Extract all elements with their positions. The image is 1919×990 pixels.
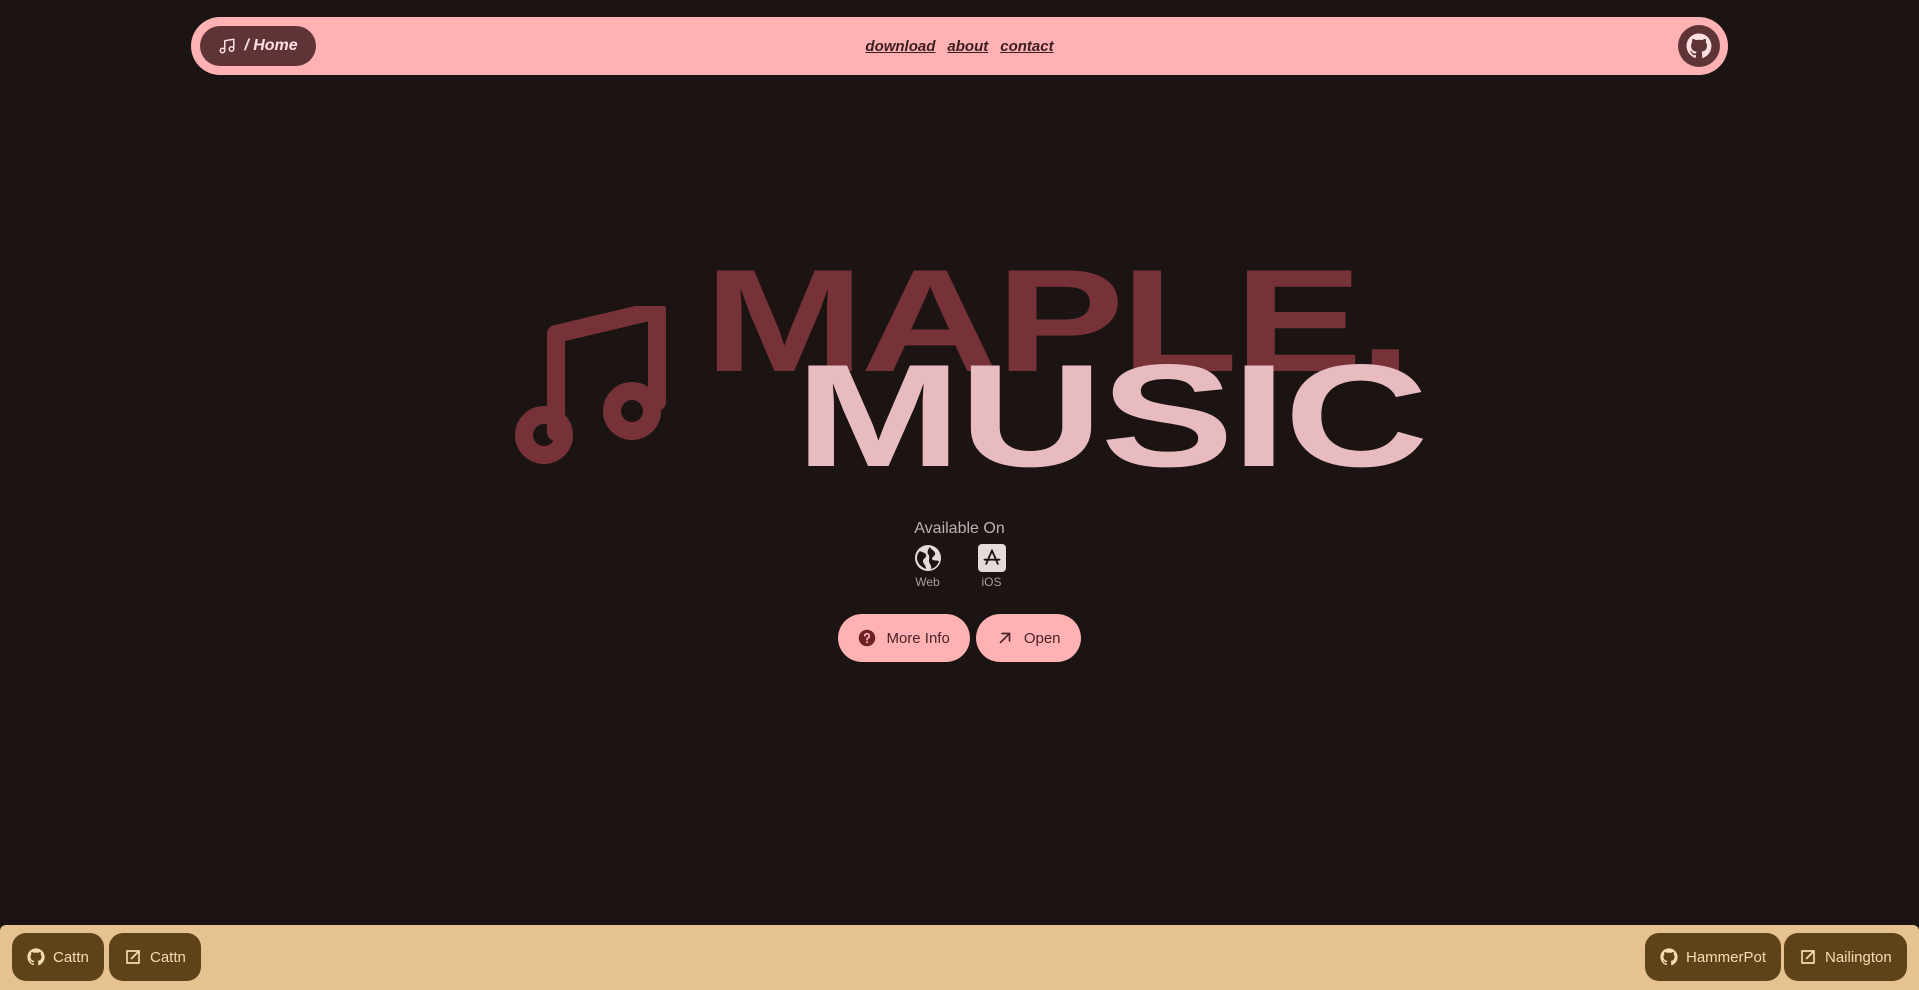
platform-ios[interactable]: iOS [974,544,1010,589]
footer-button-label: HammerPot [1686,948,1767,966]
globe-icon [914,545,941,571]
footer-link-nailington-button[interactable]: Nailington [1784,933,1907,981]
arrow-up-right-icon [999,632,1011,644]
footer-button-label: Cattn [150,948,186,966]
footer-github-cattn-button[interactable]: Cattn [12,933,104,981]
github-icon [1660,948,1678,966]
music-note-icon [515,306,666,464]
more-info-button[interactable]: More Info [838,614,970,662]
external-link-icon [126,950,140,964]
music-note-icon [219,38,235,54]
platform-label: iOS [981,575,1002,589]
nav-link-download[interactable]: download [865,38,935,55]
top-nav: / Home download about contact [191,17,1728,75]
open-label: Open [1023,629,1061,647]
github-button[interactable] [1678,25,1720,67]
github-icon [1686,33,1712,59]
footer-button-label: Cattn [53,948,89,966]
nav-links: download about contact [191,17,1728,75]
home-button[interactable]: / Home [200,26,316,66]
hero-title-music: MUSIC [795,334,1429,497]
more-info-label: More Info [886,629,950,647]
platform-web[interactable]: Web [910,544,946,589]
footer-github-hammerpot-button[interactable]: HammerPot [1645,933,1782,981]
home-label: / Home [244,37,298,54]
nav-link-contact[interactable]: contact [1000,38,1053,55]
github-icon [27,948,45,966]
open-button[interactable]: Open [975,614,1081,662]
platform-label: Web [915,575,940,589]
app-store-icon [983,549,1000,565]
external-link-icon [1801,950,1815,964]
footer-button-label: Nailington [1825,948,1892,966]
platform-list: Web iOS [0,544,1919,589]
available-on-heading: Available On [914,520,1005,537]
nav-link-about[interactable]: about [947,38,988,55]
help-circle-icon [859,629,876,647]
hero-actions: More Info Open [0,614,1919,662]
footer: Cattn Cattn HammerPot Nailington [0,925,1919,990]
footer-link-cattn-button[interactable]: Cattn [109,933,201,981]
